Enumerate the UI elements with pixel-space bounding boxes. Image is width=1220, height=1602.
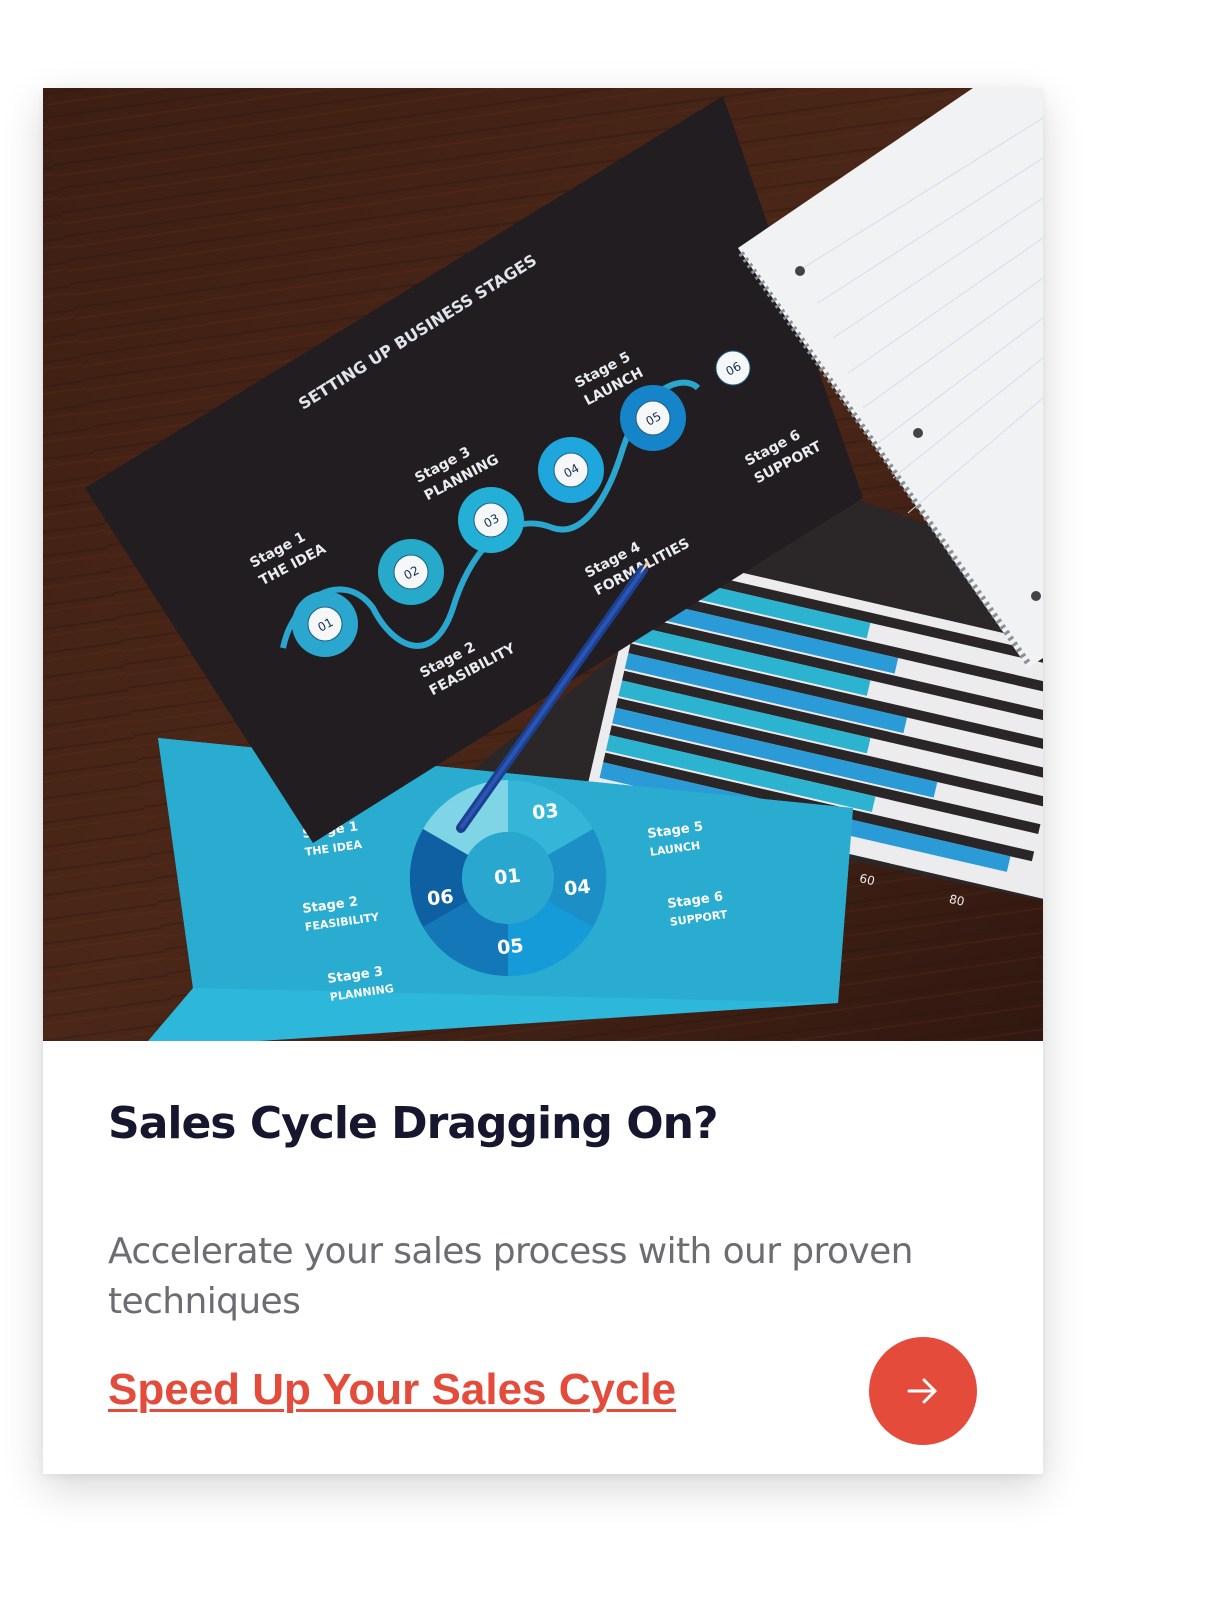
cta-link[interactable]: Speed Up Your Sales Cycle <box>108 1365 676 1415</box>
stage-node-02: 02 <box>378 539 444 605</box>
stage-node-04: 04 <box>538 437 604 503</box>
wheel-segment-06: 06 <box>426 886 455 911</box>
arrow-right-icon <box>907 1378 937 1404</box>
stage-node-01: 01 <box>292 591 358 657</box>
wheel-segment-03: 03 <box>531 800 560 825</box>
wheel-segment-04: 04 <box>563 876 592 901</box>
cta-arrow-button[interactable] <box>869 1337 977 1445</box>
wheel-segment-05: 05 <box>496 935 525 960</box>
hero-image: 020406080 0301040605 Stage 1THE IDEAStag… <box>43 88 1043 1041</box>
stage-node-03: 03 <box>458 487 524 553</box>
wheel-segment-01: 01 <box>493 865 522 890</box>
card-title: Sales Cycle Dragging On? <box>108 1098 718 1149</box>
card-description: Accelerate your sales process with our p… <box>108 1231 913 1322</box>
stage-node-05: 05 <box>620 385 686 451</box>
article-card: 020406080 0301040605 Stage 1THE IDEAStag… <box>43 88 1043 1474</box>
stage-node-06: 06 <box>715 350 751 386</box>
